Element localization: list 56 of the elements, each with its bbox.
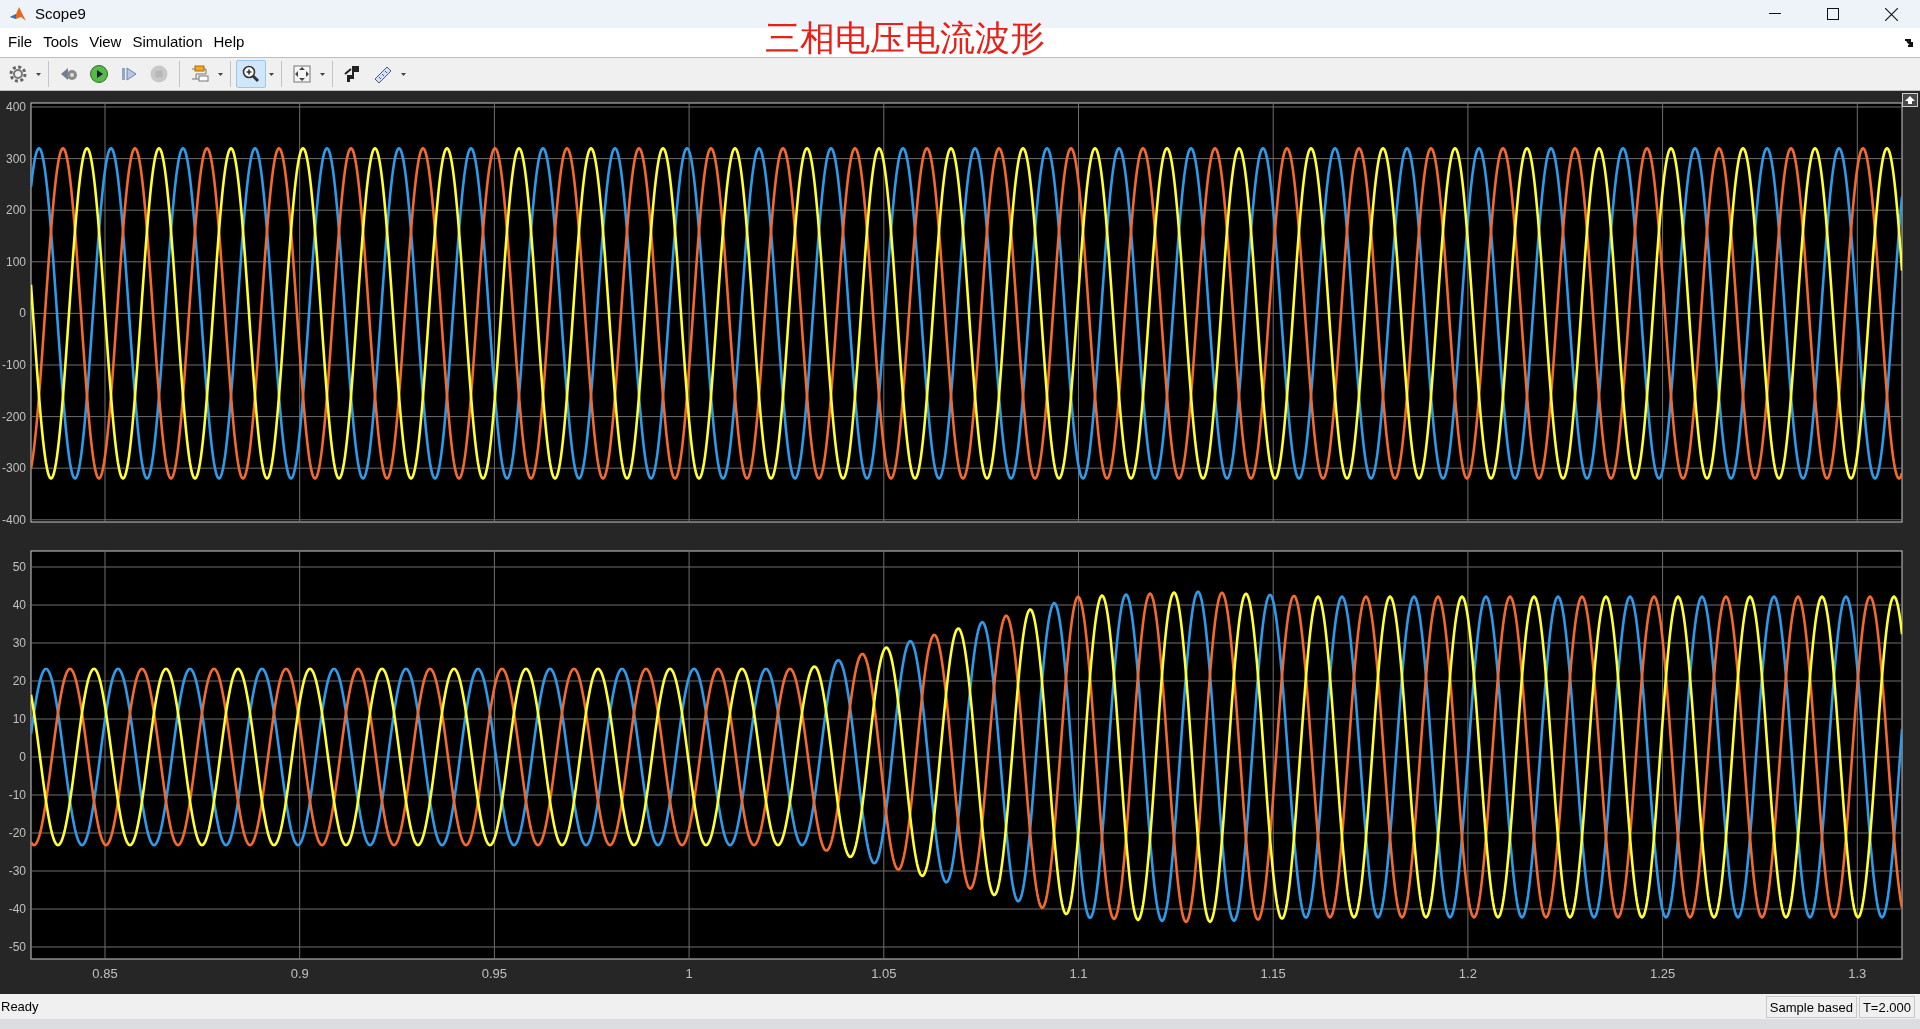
x-tick-label: 0.85 bbox=[92, 966, 118, 981]
menu-item[interactable]: Help bbox=[208, 30, 250, 55]
annotation-title: 三相电压电流波形 bbox=[765, 17, 1045, 60]
y-tick-label: 0 bbox=[19, 306, 26, 321]
play-icon bbox=[89, 64, 109, 84]
ruler-icon bbox=[373, 64, 393, 84]
menu-item[interactable]: Simulation bbox=[127, 30, 208, 55]
app-icon bbox=[9, 5, 27, 23]
menu-item[interactable]: Tools bbox=[38, 30, 84, 55]
window-title: Scope9 bbox=[35, 3, 86, 24]
y-tick-label: 0 bbox=[19, 750, 26, 764]
y-tick-label: 40 bbox=[12, 598, 26, 612]
x-tick-label: 1.1 bbox=[1069, 966, 1088, 981]
y-tick-label: 400 bbox=[5, 100, 26, 114]
x-tick-label: 1 bbox=[685, 966, 693, 981]
gear-icon bbox=[8, 64, 28, 84]
y-tick-label: -50 bbox=[8, 940, 26, 954]
y-tick-label: 300 bbox=[5, 151, 26, 166]
y-tick-label: -20 bbox=[8, 826, 26, 840]
fit-to-view-icon bbox=[292, 64, 312, 84]
y-tick-label: 20 bbox=[12, 674, 26, 688]
stop-icon bbox=[149, 64, 169, 84]
x-tick-label: 1.25 bbox=[1649, 966, 1676, 981]
signal-blocks-icon bbox=[190, 64, 210, 84]
arrow-up-icon bbox=[1905, 96, 1915, 104]
y-tick-label: -100 bbox=[1, 358, 26, 372]
x-tick-label: 1.05 bbox=[871, 966, 897, 981]
menu-item[interactable]: View bbox=[84, 30, 127, 55]
y-tick-label: 50 bbox=[12, 560, 26, 574]
y-tick-label: -300 bbox=[1, 461, 26, 476]
y-tick-label: -10 bbox=[8, 788, 26, 802]
status-time: T=2.000 bbox=[1858, 995, 1915, 1018]
x-tick-label: 1.3 bbox=[1848, 966, 1867, 981]
y-tick-label: 10 bbox=[12, 712, 26, 726]
status-message: Ready bbox=[1, 997, 39, 1016]
y-tick-label: 100 bbox=[5, 254, 26, 269]
undock-plot-button[interactable] bbox=[1902, 93, 1918, 107]
y-tick-label: -30 bbox=[8, 864, 26, 878]
y-tick-label: -200 bbox=[1, 409, 26, 424]
zoom-button[interactable] bbox=[236, 60, 266, 88]
minimize-icon bbox=[1769, 13, 1781, 15]
x-tick-label: 1.15 bbox=[1260, 966, 1286, 981]
y-tick-label: -400 bbox=[1, 512, 26, 527]
x-tick-label: 0.95 bbox=[481, 966, 508, 981]
close-icon bbox=[1884, 7, 1898, 21]
y-tick-label: 30 bbox=[12, 636, 26, 650]
y-tick-label: -40 bbox=[8, 902, 26, 916]
x-tick-label: 1.2 bbox=[1458, 966, 1477, 981]
undock-icon[interactable] bbox=[1904, 37, 1916, 48]
maximize-icon bbox=[1827, 8, 1839, 20]
y-tick-label: 200 bbox=[5, 203, 26, 218]
step-forward-icon bbox=[119, 64, 139, 84]
zoom-in-icon bbox=[241, 64, 261, 84]
status-mode: Sample based bbox=[1765, 995, 1857, 1018]
x-tick-label: 0.9 bbox=[290, 966, 309, 981]
menu-item[interactable]: File bbox=[3, 30, 38, 55]
